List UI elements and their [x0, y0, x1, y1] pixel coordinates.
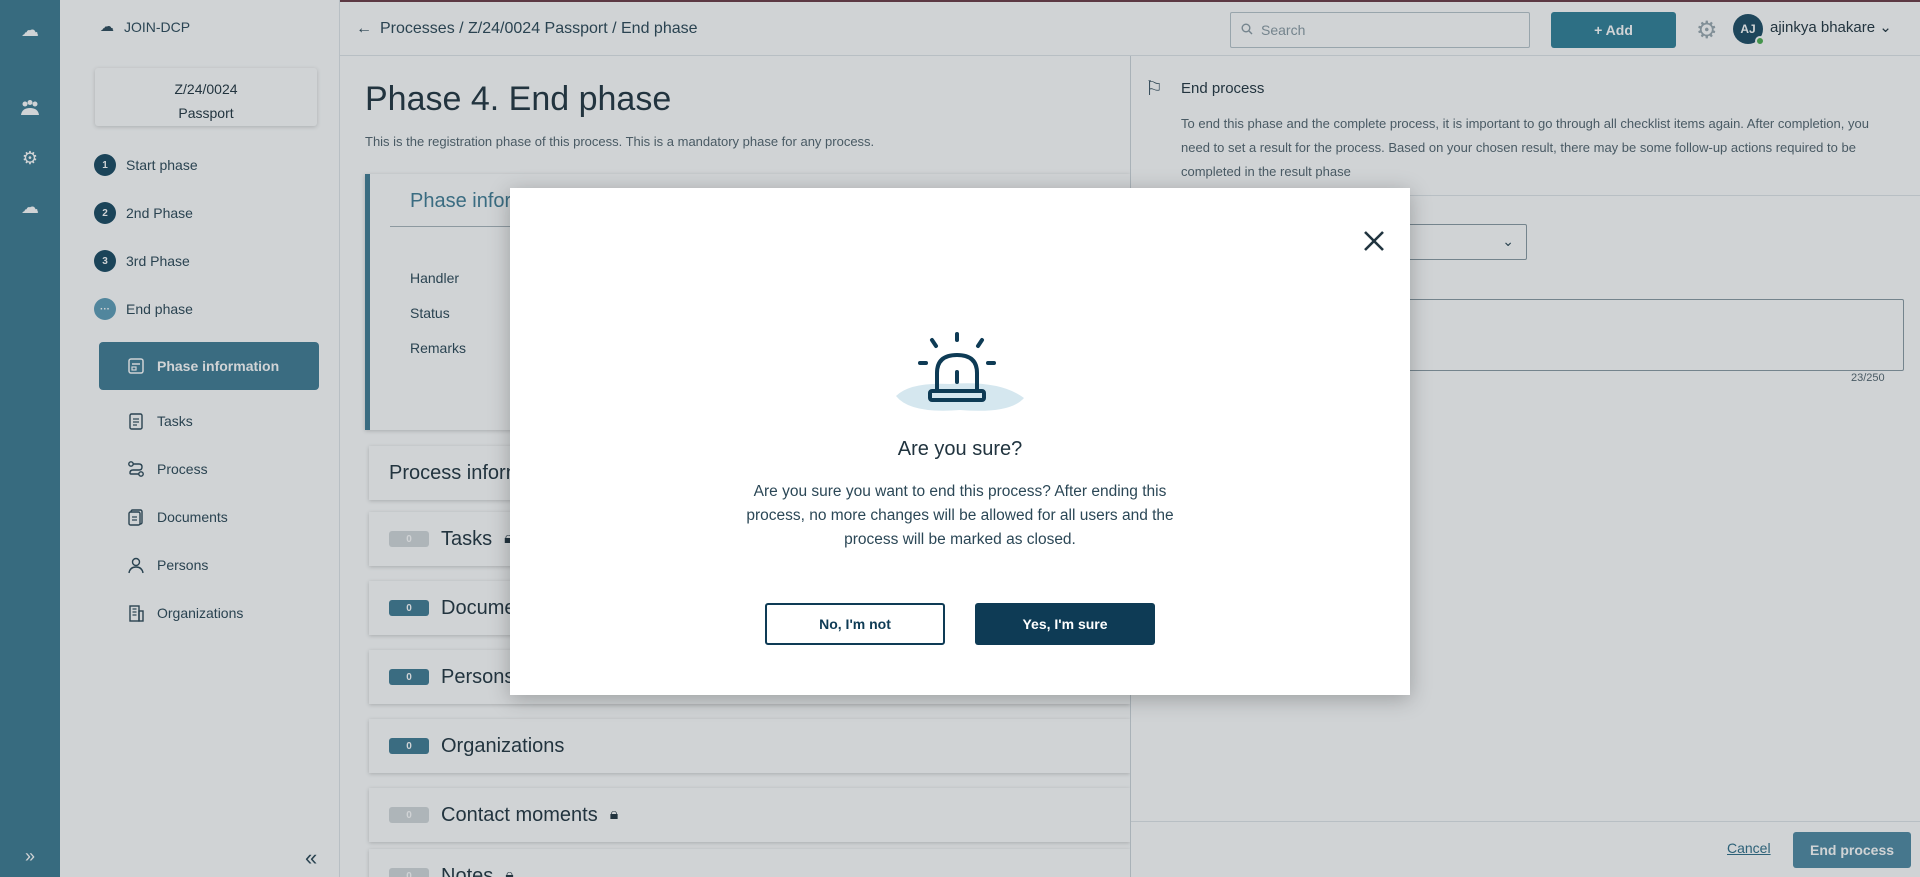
dialog-title: Are you sure?	[897, 438, 1023, 460]
no-button[interactable]: No, I'm not	[765, 603, 945, 645]
close-icon[interactable]	[1361, 228, 1387, 254]
siren-alarm-icon	[890, 318, 1030, 418]
yes-button[interactable]: Yes, I'm sure	[975, 603, 1155, 645]
confirm-dialog: Are you sure? Are you sure you want to e…	[510, 188, 1410, 695]
dialog-message: Are you sure you want to end this proces…	[746, 483, 1174, 548]
